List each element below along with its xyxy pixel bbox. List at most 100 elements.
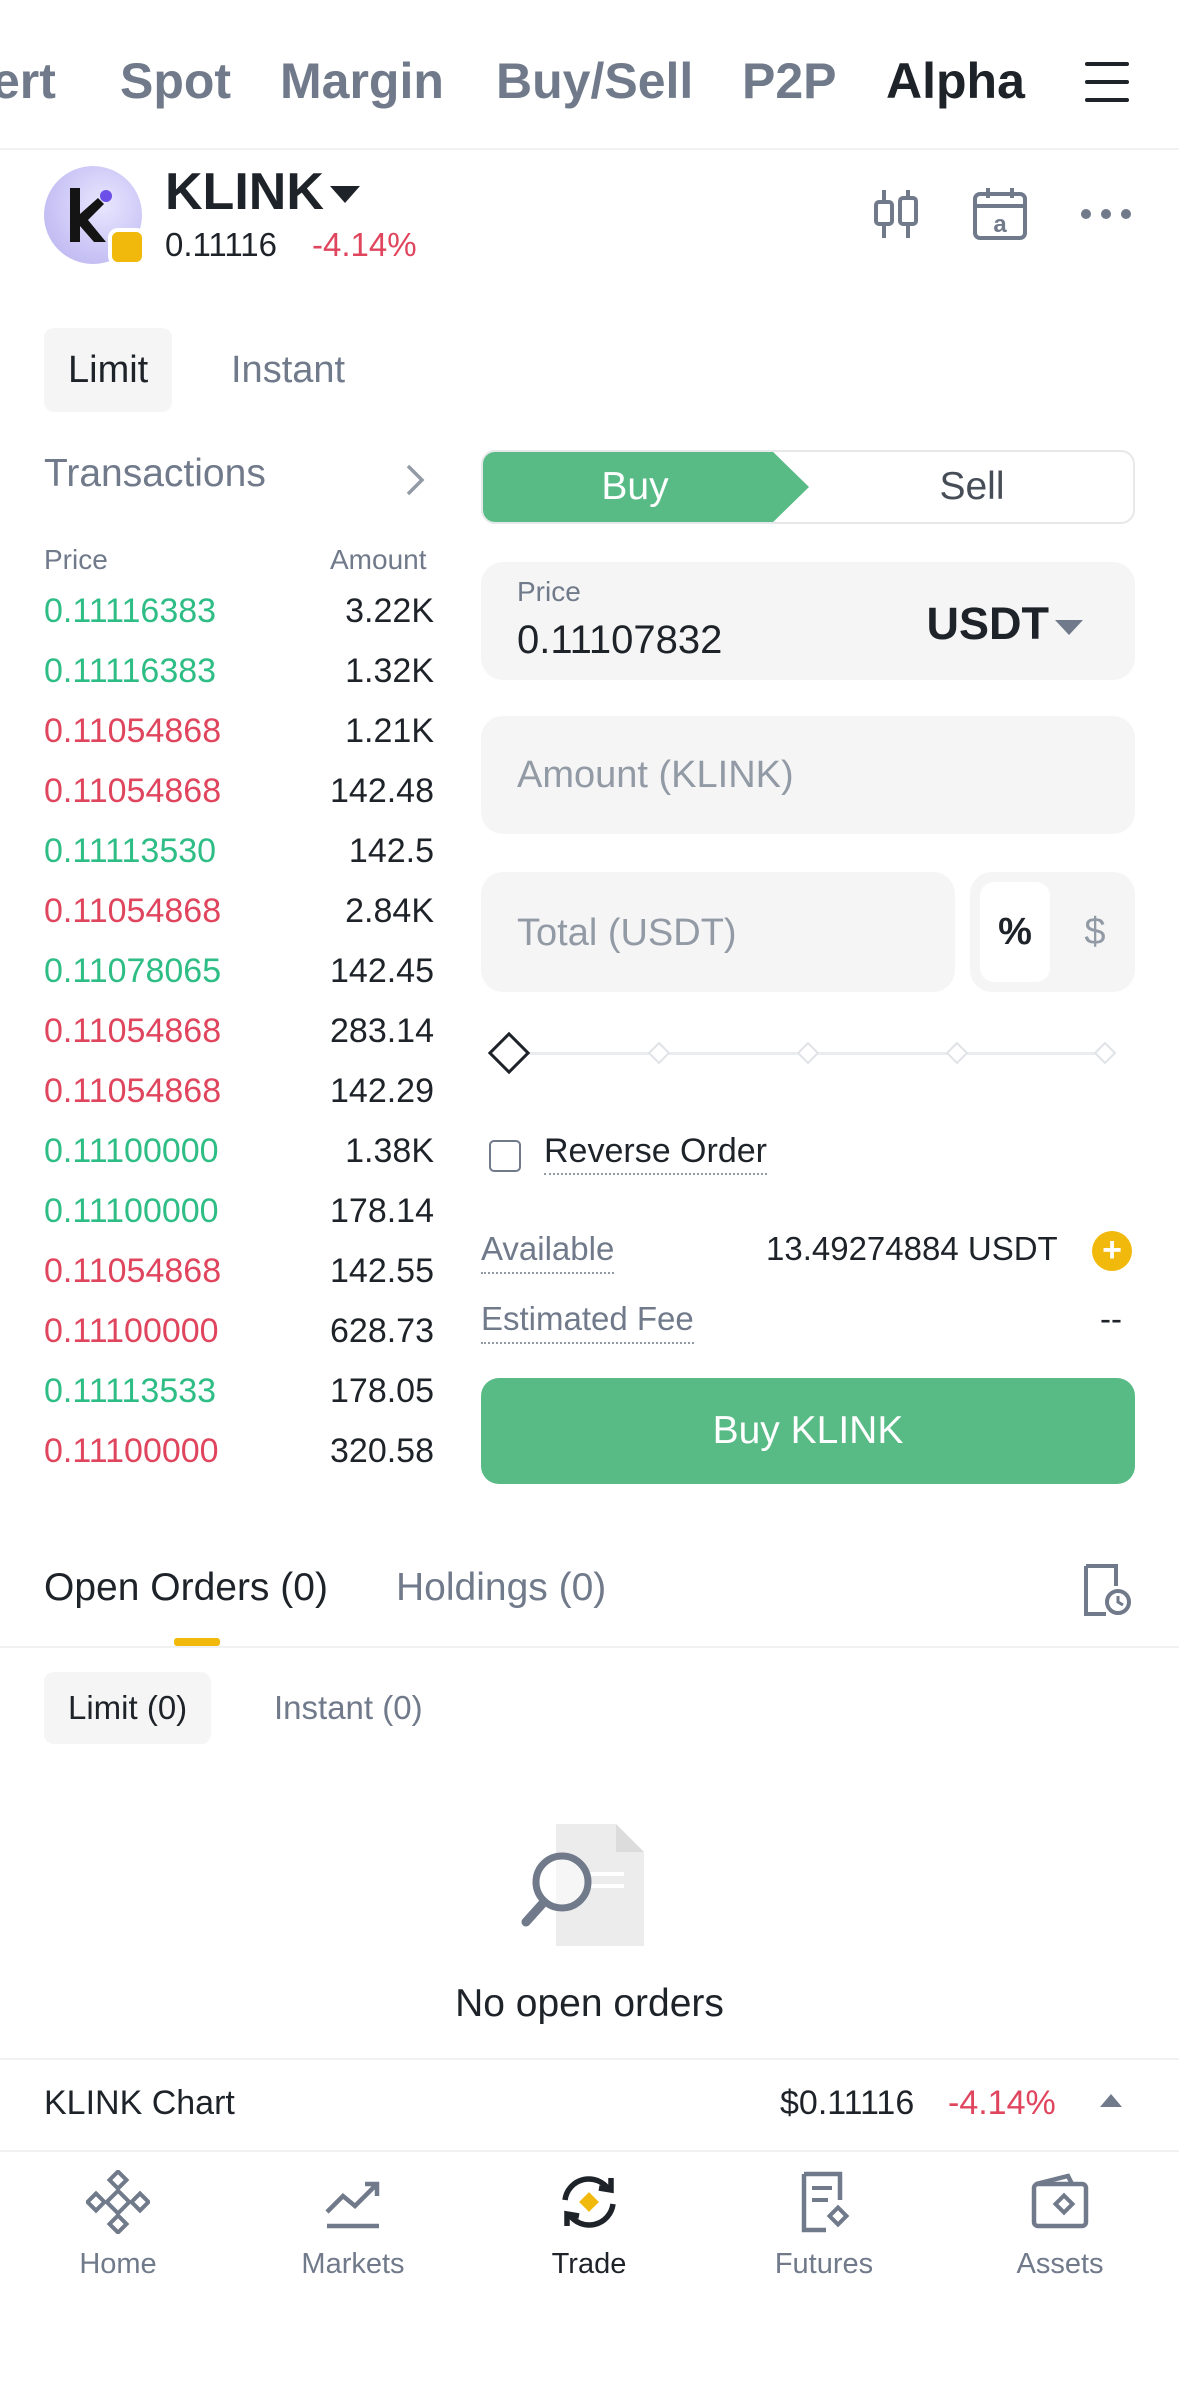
nav-futures[interactable]: Futures: [724, 2170, 924, 2281]
token-name[interactable]: KLINK: [165, 162, 324, 222]
transaction-row: 0.11116383 1.32K: [44, 652, 434, 712]
futures-icon: [801, 2171, 850, 2233]
quote-currency-select[interactable]: USDT: [927, 598, 1050, 650]
open-orders-tab[interactable]: Open Orders (0): [44, 1566, 328, 1610]
transaction-amount: 283.14: [330, 1012, 434, 1050]
transaction-amount: 142.55: [330, 1252, 434, 1290]
transaction-row: 0.11116383 3.22K: [44, 592, 434, 652]
estimated-fee-value: --: [1100, 1300, 1122, 1337]
transaction-row: 0.11054868 283.14: [44, 1012, 434, 1072]
transactions-price-header: Price: [44, 544, 108, 575]
slider-step-50[interactable]: [796, 1041, 820, 1065]
home-icon: [86, 2170, 150, 2234]
more-options-icon[interactable]: [1078, 206, 1134, 222]
instant-orders-tab[interactable]: Instant (0): [250, 1672, 447, 1744]
transaction-row: 0.11054868 2.84K: [44, 892, 434, 952]
transaction-amount: 1.38K: [345, 1132, 434, 1170]
orders-divider: [0, 1646, 1179, 1648]
klink-logo-icon: [70, 188, 112, 242]
amount-field[interactable]: Amount (KLINK): [481, 716, 1135, 834]
transaction-price: 0.11100000: [44, 1432, 219, 1470]
empty-orders-text: No open orders: [455, 1982, 724, 2025]
buy-klink-button[interactable]: Buy KLINK: [481, 1378, 1135, 1484]
chart-strip-title[interactable]: KLINK Chart: [44, 2084, 235, 2123]
expand-chart-icon[interactable]: [1100, 2094, 1122, 2107]
transactions-title[interactable]: Transactions: [44, 452, 266, 496]
transaction-row: 0.11100000 1.38K: [44, 1132, 434, 1192]
transaction-price: 0.11113533: [44, 1372, 217, 1410]
transaction-amount: 178.14: [330, 1192, 434, 1230]
amount-slider-thumb[interactable]: [487, 1031, 531, 1075]
dollar-unit-button[interactable]: $: [1064, 882, 1126, 982]
markets-icon: [325, 2181, 380, 2229]
nav-markets[interactable]: Markets: [253, 2170, 453, 2281]
trade-icon: [562, 2176, 616, 2228]
token-logo: [44, 166, 146, 266]
transaction-row: 0.11054868 142.29: [44, 1072, 434, 1132]
nav-home-label: Home: [79, 2248, 157, 2280]
total-unit-toggle: % $: [970, 872, 1135, 992]
price-input[interactable]: 0.11107832: [517, 618, 722, 663]
buy-side-button[interactable]: Buy: [483, 452, 809, 522]
nav-assets-label: Assets: [1016, 2248, 1104, 2280]
chart-strip-price: $0.11116: [780, 2084, 915, 2122]
amount-input[interactable]: Amount (KLINK): [517, 754, 794, 797]
transaction-amount: 1.32K: [345, 652, 434, 690]
tab-p2p[interactable]: P2P: [742, 52, 837, 110]
nav-assets[interactable]: Assets: [960, 2170, 1160, 2281]
candlestick-chart-icon[interactable]: [872, 186, 920, 242]
active-tab-indicator: [174, 1638, 220, 1646]
transaction-price: 0.11054868: [44, 892, 222, 930]
nav-trade[interactable]: Trade: [489, 2170, 689, 2281]
buy-sell-toggle: Buy Sell: [481, 450, 1135, 524]
holdings-tab[interactable]: Holdings (0): [396, 1566, 606, 1610]
limit-orders-tab[interactable]: Limit (0): [44, 1672, 212, 1744]
order-type-limit-tab[interactable]: Limit: [44, 328, 173, 412]
transaction-price: 0.11054868: [44, 772, 222, 810]
estimated-fee-label: Estimated Fee: [481, 1300, 694, 1344]
chart-strip-change: -4.14%: [948, 2084, 1056, 2122]
nav-trade-label: Trade: [551, 2248, 627, 2280]
tab-margin[interactable]: Margin: [280, 52, 444, 110]
total-input[interactable]: Total (USDT): [517, 912, 737, 955]
total-field[interactable]: Total (USDT): [481, 872, 955, 992]
top-tab-bar: ert Spot Margin Buy/Sell P2P Alpha: [0, 0, 1179, 150]
quote-currency-caret-icon[interactable]: [1055, 620, 1083, 635]
nav-home[interactable]: Home: [18, 2170, 218, 2281]
token-price: 0.11116: [165, 226, 277, 263]
transaction-price: 0.11054868: [44, 1252, 222, 1290]
transaction-amount: 1.21K: [345, 712, 434, 750]
price-field[interactable]: Price 0.11107832 USDT: [481, 562, 1135, 680]
token-selector-caret-icon[interactable]: [330, 186, 360, 203]
transaction-amount: 142.48: [330, 772, 434, 810]
chevron-right-icon[interactable]: [404, 462, 426, 498]
order-history-icon[interactable]: [1080, 1562, 1132, 1618]
slider-step-25[interactable]: [647, 1041, 671, 1065]
slider-step-75[interactable]: [945, 1041, 969, 1065]
transaction-amount: 178.05: [330, 1372, 434, 1410]
alpha-calendar-icon[interactable]: a: [972, 186, 1028, 242]
percent-unit-button[interactable]: %: [980, 882, 1050, 982]
token-change: -4.14%: [312, 226, 417, 263]
slider-step-100[interactable]: [1093, 1041, 1117, 1065]
tab-convert[interactable]: ert: [0, 52, 56, 110]
tab-spot[interactable]: Spot: [120, 52, 231, 110]
transaction-price: 0.11054868: [44, 712, 222, 750]
transaction-price: 0.11100000: [44, 1192, 219, 1230]
reverse-order-label[interactable]: Reverse Order: [544, 1132, 767, 1175]
transaction-amount: 320.58: [330, 1432, 434, 1470]
transaction-row: 0.11113533 178.05: [44, 1372, 434, 1432]
add-funds-icon[interactable]: +: [1092, 1231, 1132, 1271]
menu-icon[interactable]: [1085, 62, 1129, 102]
tab-alpha[interactable]: Alpha: [886, 52, 1025, 110]
tab-buy-sell[interactable]: Buy/Sell: [496, 52, 693, 110]
transaction-price: 0.11054868: [44, 1012, 222, 1050]
transaction-price: 0.11113530: [44, 832, 217, 870]
transaction-price: 0.11116383: [44, 652, 217, 690]
available-label: Available: [481, 1230, 615, 1274]
order-type-instant-tab[interactable]: Instant: [207, 328, 369, 412]
reverse-order-checkbox[interactable]: [489, 1140, 521, 1172]
transaction-row: 0.11078065 142.45: [44, 952, 434, 1012]
sell-side-button[interactable]: Sell: [809, 452, 1133, 522]
transaction-amount: 142.29: [330, 1072, 434, 1110]
